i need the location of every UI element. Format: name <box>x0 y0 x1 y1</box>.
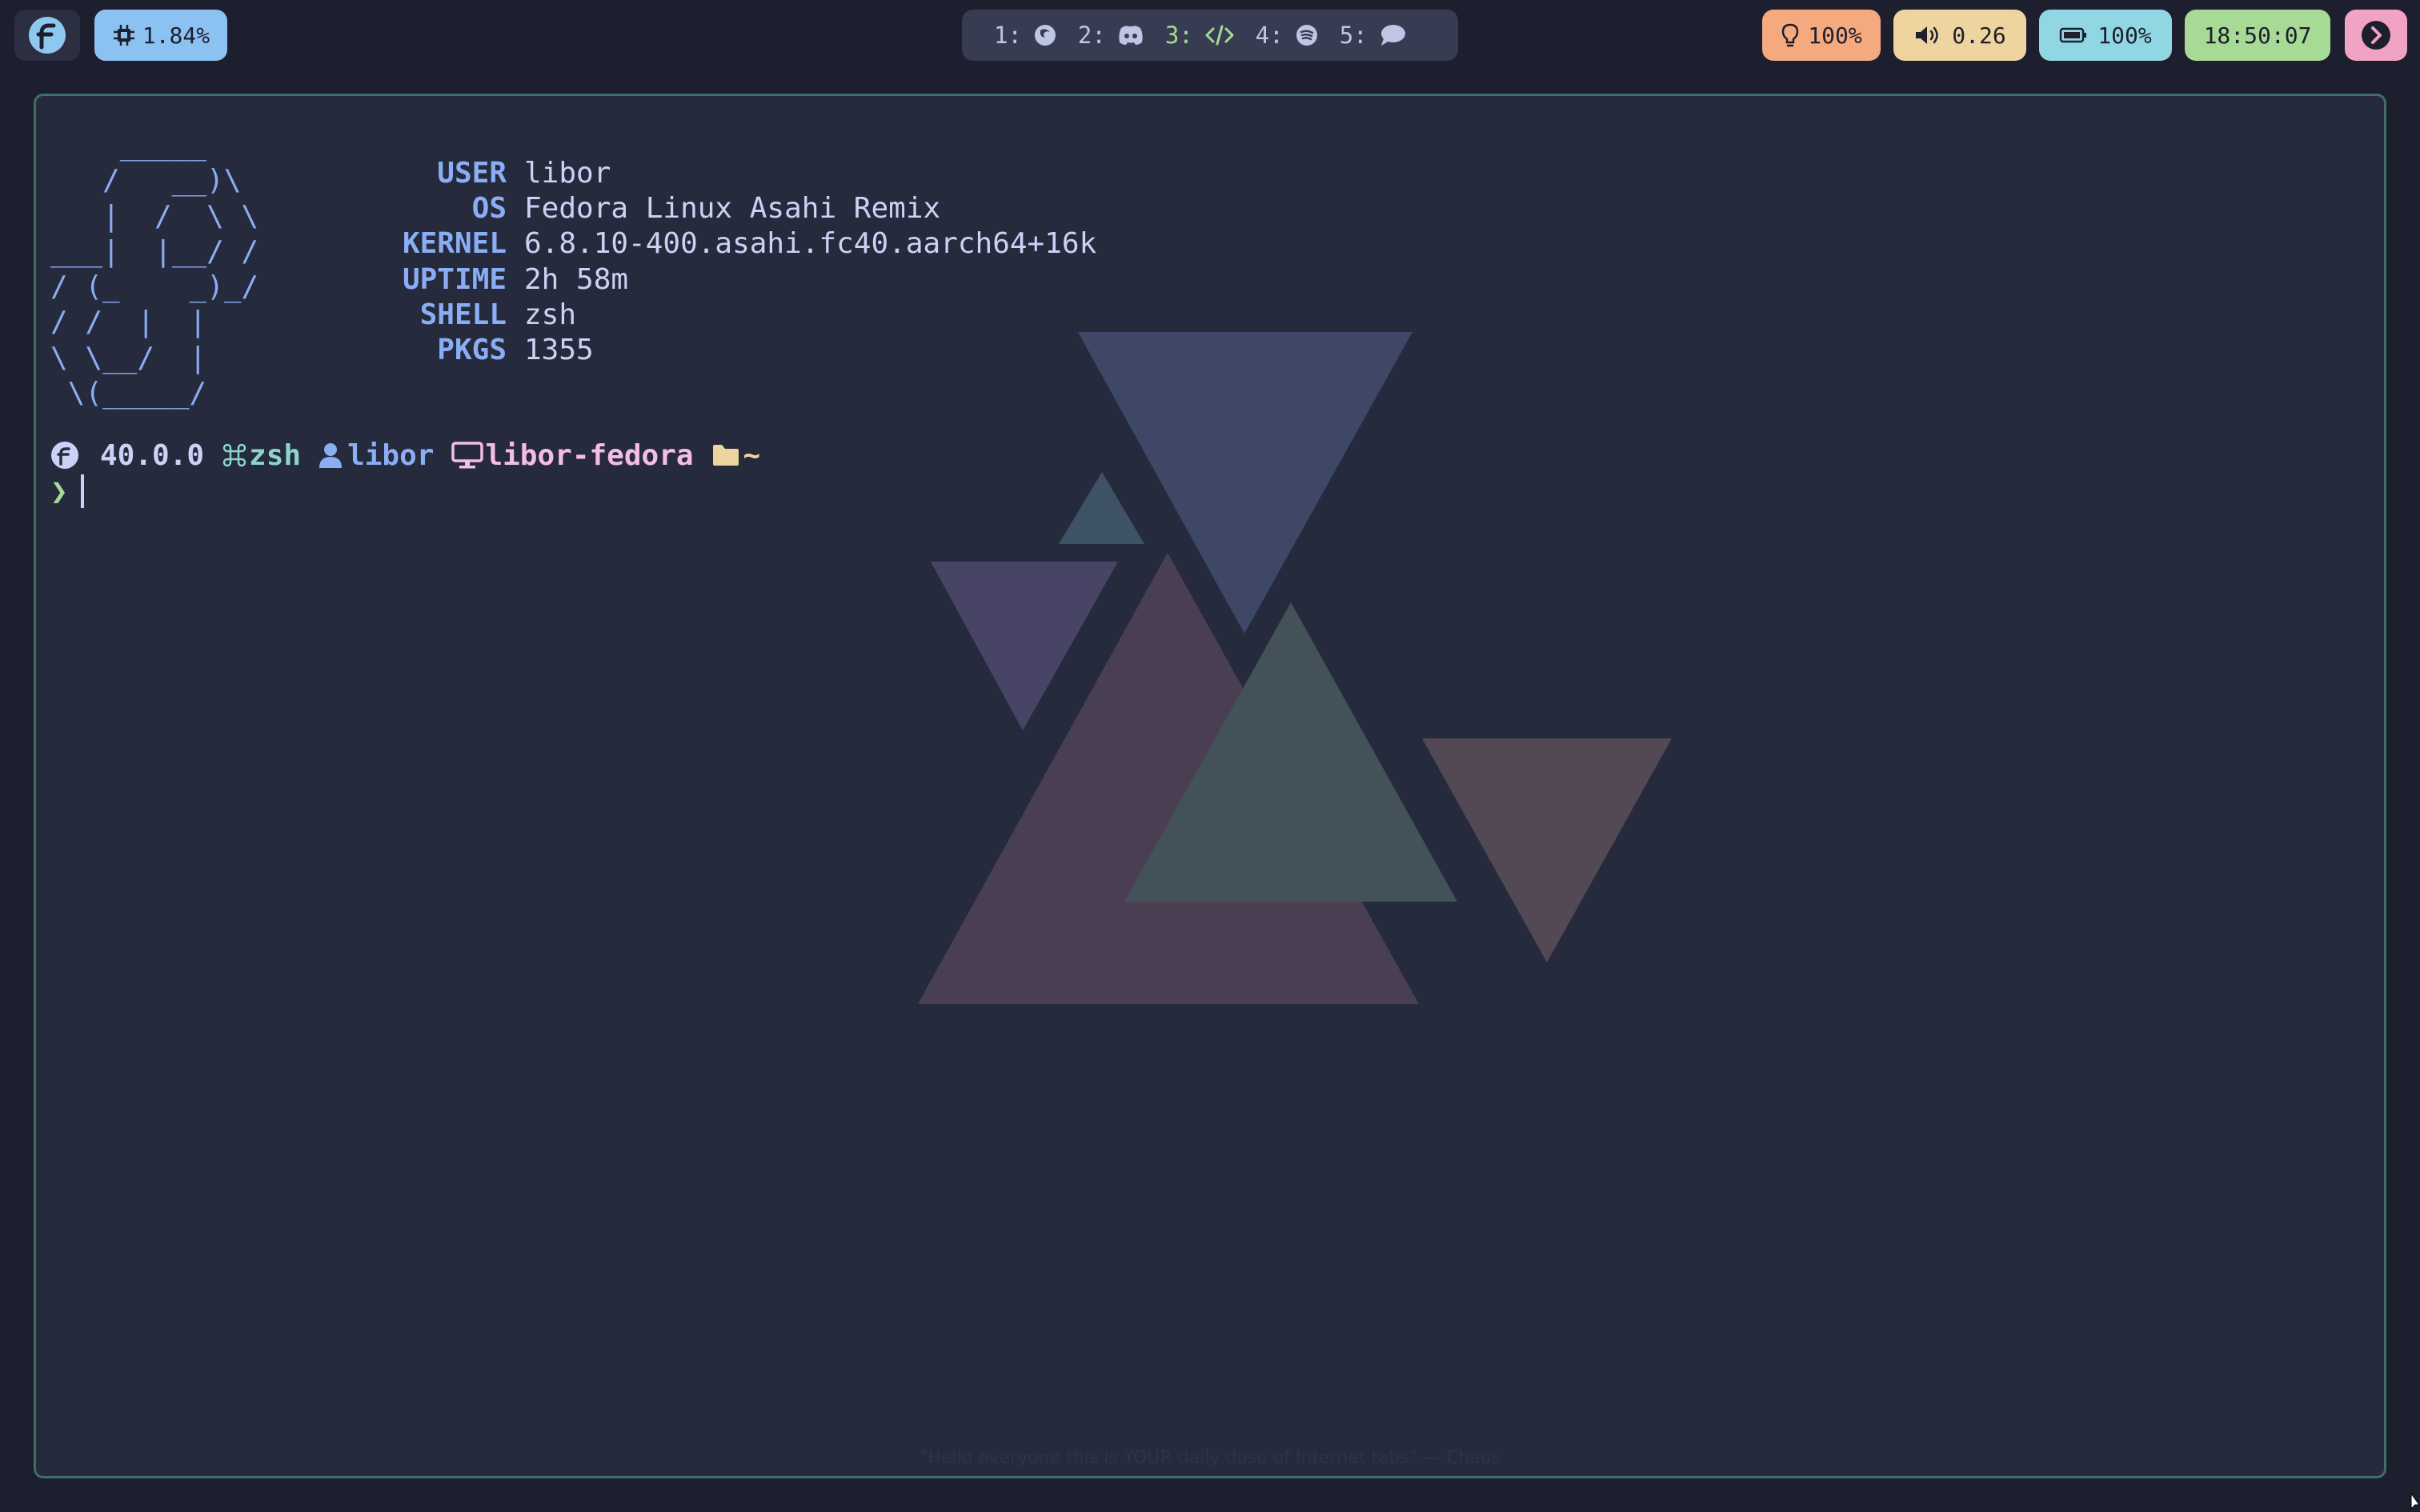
prompt-char: ❯ <box>50 474 68 508</box>
workspace-1[interactable]: 1: <box>994 22 1057 49</box>
prompt-os-version: 40.0.0 <box>100 438 205 472</box>
workspace-number: 1: <box>994 22 1022 49</box>
prompt-current-directory: ~ <box>743 438 761 472</box>
info-row-user: USER libor <box>340 155 1096 190</box>
workspace-number: 5: <box>1339 22 1368 49</box>
info-key: OS <box>471 191 507 225</box>
volume-label: 0.26 <box>1952 22 2006 49</box>
shell-prompt: 40.0.0 zsh libor libor-fedora ~ <box>50 436 778 474</box>
wallpaper-quote: "Hello everyone this is YOUR daily dose … <box>920 1448 1500 1468</box>
volume-widget[interactable]: 0.26 <box>1893 10 2026 61</box>
command-key-icon <box>222 443 246 467</box>
battery-icon <box>2060 27 2087 43</box>
system-info: USER libor OS Fedora Linux Asahi Remix K… <box>340 155 1096 368</box>
info-row-pkgs: PKGS 1355 <box>340 332 1096 367</box>
app-launcher-button[interactable] <box>14 10 80 61</box>
command-line[interactable]: ❯ <box>50 472 84 510</box>
workspace-number: 4: <box>1255 22 1284 49</box>
workspace-number: 3: <box>1164 22 1193 49</box>
clock-widget[interactable]: 18:50:07 <box>2185 10 2330 61</box>
info-value: zsh <box>524 298 577 331</box>
speaker-icon <box>1916 26 1939 44</box>
prompt-user-name: libor <box>347 438 435 472</box>
workspace-5[interactable]: 5: <box>1340 22 1406 49</box>
lightbulb-icon <box>1782 23 1799 47</box>
workspace-3[interactable]: 3: <box>1165 22 1235 49</box>
cpu-usage-label: 1.84% <box>142 22 210 49</box>
top-bar: 1.84% 1: 2: 3: 4: 5: 100% 0.26 100% 18:5… <box>0 0 2420 69</box>
prompt-shell-name: zsh <box>249 438 302 472</box>
battery-widget[interactable]: 100% <box>2039 10 2172 61</box>
user-icon <box>319 443 343 468</box>
text-cursor <box>80 474 84 508</box>
mouse-cursor-icon <box>2410 1493 2420 1510</box>
workspace-2[interactable]: 2: <box>1078 22 1144 49</box>
chat-bubble-icon <box>1380 25 1405 46</box>
brightness-label: 100% <box>1808 22 1862 49</box>
workspace-4[interactable]: 4: <box>1256 22 1319 49</box>
info-key: PKGS <box>437 334 507 367</box>
info-value: 1355 <box>524 334 594 367</box>
folder-icon <box>712 445 739 466</box>
fedora-logo-icon <box>29 17 66 54</box>
brightness-widget[interactable]: 100% <box>1762 10 1881 61</box>
fedora-ascii-logo: _____ / __)\ | / \ \ ___| |__/ / / (_ _)… <box>50 129 259 410</box>
info-value: 2h 58m <box>524 262 629 296</box>
workspace-number: 2: <box>1077 22 1106 49</box>
info-value: libor <box>524 156 611 190</box>
info-row-shell: SHELL zsh <box>340 297 1096 332</box>
info-key: USER <box>437 156 507 190</box>
prompt-host-name: libor-fedora <box>485 438 694 472</box>
chevron-right-icon <box>2362 21 2390 50</box>
info-row-uptime: UPTIME 2h 58m <box>340 262 1096 297</box>
prompt-dir-segment: ~ <box>711 438 761 472</box>
prompt-host-segment: libor-fedora <box>451 438 694 472</box>
cpu-usage-widget[interactable]: 1.84% <box>94 10 227 61</box>
clock-label: 18:50:07 <box>2203 22 2312 49</box>
info-row-kernel: KERNEL 6.8.10-400.asahi.fc40.aarch64+16k <box>340 226 1096 262</box>
cpu-chip-icon <box>113 25 134 46</box>
info-value: 6.8.10-400.asahi.fc40.aarch64+16k <box>524 227 1097 261</box>
battery-label: 100% <box>2097 22 2152 49</box>
info-key: UPTIME <box>402 262 507 296</box>
code-icon <box>1205 25 1234 46</box>
prompt-shell-segment: zsh <box>222 439 301 472</box>
fedora-logo-icon <box>51 442 78 469</box>
workspace-switcher: 1: 2: 3: 4: 5: <box>962 10 1458 61</box>
spotify-icon <box>1296 25 1317 46</box>
power-menu-button[interactable] <box>2345 10 2407 61</box>
info-key: SHELL <box>419 298 507 331</box>
discord-icon <box>1119 26 1143 45</box>
info-row-os: OS Fedora Linux Asahi Remix <box>340 190 1096 226</box>
info-key: KERNEL <box>402 227 507 261</box>
prompt-user-segment: libor <box>319 439 434 472</box>
firefox-icon <box>1034 25 1056 46</box>
info-value: Fedora Linux Asahi Remix <box>524 191 941 225</box>
prompt-os-segment: 40.0.0 <box>50 439 204 472</box>
terminal-window[interactable]: _____ / __)\ | / \ \ ___| |__/ / / (_ _)… <box>34 94 2386 1478</box>
monitor-icon <box>451 442 484 469</box>
